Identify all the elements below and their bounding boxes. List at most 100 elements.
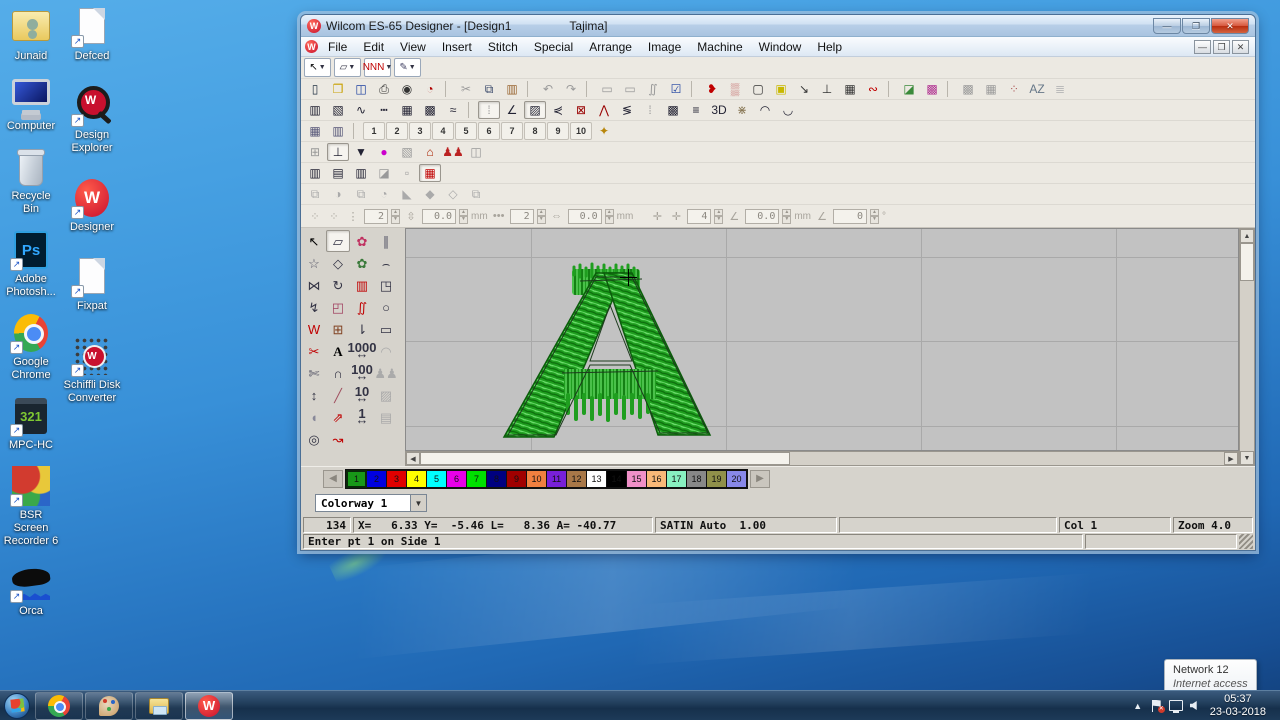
spacing-spinner[interactable]: ▲▼ bbox=[459, 209, 468, 224]
freehand-select-tool[interactable]: ☆ bbox=[302, 252, 326, 274]
minimize-button[interactable]: — bbox=[1153, 18, 1181, 34]
mirror-copy-button[interactable]: ⧉ bbox=[304, 185, 326, 203]
palette-swatch[interactable]: 3 bbox=[387, 471, 406, 487]
layout-tool[interactable]: ▤ bbox=[374, 406, 398, 428]
Designer[interactable]: W ↗ Designer bbox=[62, 177, 122, 234]
ellipse-tool[interactable]: ○ bbox=[374, 296, 398, 318]
mdi-restore-button[interactable]: ❐ bbox=[1213, 40, 1230, 54]
group-button[interactable]: ▭ bbox=[596, 80, 618, 98]
vertical-scroll-thumb[interactable] bbox=[1240, 243, 1254, 281]
closed-object-tool[interactable]: ◇ bbox=[326, 252, 350, 274]
sort-az-button[interactable]: AZ bbox=[1026, 80, 1048, 98]
function-3-button[interactable]: 3 bbox=[409, 122, 431, 140]
divider[interactable] bbox=[888, 81, 894, 97]
cap-frame-tool[interactable]: ◠ bbox=[374, 340, 398, 362]
run-pen-tool[interactable]: ⇗ bbox=[326, 406, 350, 428]
View[interactable]: View bbox=[392, 38, 434, 56]
Defced[interactable]: ↗ Defced bbox=[62, 6, 122, 63]
design-canvas[interactable] bbox=[405, 228, 1239, 451]
options-check-button[interactable]: ☑ bbox=[665, 80, 687, 98]
horizontal-scroll-thumb[interactable] bbox=[420, 452, 790, 465]
palette-swatch[interactable]: 9 bbox=[507, 471, 526, 487]
stitch-player-button[interactable]: ◔ bbox=[419, 80, 441, 98]
close-button[interactable]: ✕ bbox=[1211, 18, 1249, 34]
tatami-stitch-button[interactable]: ▦ bbox=[396, 101, 418, 119]
marquee-button[interactable]: ▫ bbox=[396, 164, 418, 182]
Fixpat[interactable]: ↗ Fixpat bbox=[62, 256, 122, 313]
palette-swatch[interactable]: 20 bbox=[727, 471, 746, 487]
divider[interactable] bbox=[527, 81, 533, 97]
function-10-button[interactable]: 10 bbox=[570, 122, 592, 140]
edit-width-tool[interactable]: W bbox=[302, 318, 326, 340]
colorway-dropdown-icon[interactable]: ▼ bbox=[411, 494, 427, 512]
taskbar-wilcom-button[interactable]: W bbox=[185, 692, 233, 720]
fan-stitch-tool[interactable]: ◖ bbox=[302, 406, 326, 428]
spacing-tool[interactable]: ↕ bbox=[302, 384, 326, 406]
sparkle-effect-button[interactable]: ⋇ bbox=[731, 101, 753, 119]
select-object-tool[interactable]: ↖ bbox=[302, 230, 326, 252]
palette-swatch[interactable]: 17 bbox=[667, 471, 686, 487]
count2-spinner[interactable]: ▲▼ bbox=[537, 209, 546, 224]
zoom-1000-tool[interactable]: 1000 ↔ bbox=[350, 340, 374, 362]
outline-copy-button[interactable]: ◇ bbox=[442, 185, 464, 203]
File[interactable]: File bbox=[320, 38, 355, 56]
divider[interactable] bbox=[691, 81, 697, 97]
team-button[interactable]: ♟♟ bbox=[442, 143, 464, 161]
scroll-right-icon[interactable]: ▶ bbox=[1224, 452, 1238, 465]
save-file-button[interactable]: ◫ bbox=[350, 80, 372, 98]
restore-button[interactable]: ❐ bbox=[1182, 18, 1210, 34]
wave-stitch-button[interactable]: ≶ bbox=[616, 101, 638, 119]
wireframe-button[interactable]: ∬ bbox=[642, 80, 664, 98]
shape-letter-tool[interactable]: ◳ bbox=[374, 274, 398, 296]
rotate-copy-button[interactable]: ◑ bbox=[327, 185, 349, 203]
parallel-weave-tool[interactable]: ∥ bbox=[374, 230, 398, 252]
angle-stitch-button[interactable]: ∠ bbox=[501, 101, 523, 119]
horizontal-scrollbar[interactable]: ◀ ▶ bbox=[405, 451, 1239, 466]
Insert[interactable]: Insert bbox=[434, 38, 480, 56]
Junaid[interactable]: ↗ Junaid bbox=[2, 6, 60, 63]
taskbar-paint-button[interactable] bbox=[85, 692, 133, 720]
palette-swatch[interactable]: 10 bbox=[527, 471, 546, 487]
function-4-button[interactable]: 4 bbox=[432, 122, 454, 140]
BSR Screen Recorder 6[interactable]: ↗ BSR Screen Recorder 6 bbox=[2, 465, 60, 548]
divider[interactable] bbox=[353, 123, 359, 139]
offset-field[interactable]: 0.0 bbox=[745, 209, 779, 224]
print-button[interactable]: ⎙ bbox=[373, 80, 395, 98]
Window[interactable]: Window bbox=[751, 38, 810, 56]
effect-3d-button[interactable]: 3D bbox=[708, 101, 730, 119]
Google Chrome[interactable]: ↗ Google Chrome bbox=[2, 312, 60, 382]
Stitch[interactable]: Stitch bbox=[480, 38, 526, 56]
palette-swatch[interactable]: 14 bbox=[607, 471, 626, 487]
manual-stitch-tool[interactable]: ↝ bbox=[326, 428, 350, 450]
penetration-tool[interactable]: ⇂ bbox=[350, 318, 374, 340]
stitch-cursor-tool-button[interactable]: NNN ▼ bbox=[364, 58, 391, 77]
palette-swatch[interactable]: 18 bbox=[687, 471, 706, 487]
reel-button[interactable]: ◫ bbox=[465, 143, 487, 161]
paste-button[interactable]: ▥ bbox=[501, 80, 523, 98]
hoop-frame-button[interactable]: ⊞ bbox=[304, 143, 326, 161]
grid-toggle-button[interactable]: ▦ bbox=[839, 80, 861, 98]
lettering-tool[interactable]: A bbox=[326, 340, 350, 362]
image-map-tool[interactable]: ▨ bbox=[374, 384, 398, 406]
function-7-button[interactable]: 7 bbox=[501, 122, 523, 140]
ungroup-button[interactable]: ▭ bbox=[619, 80, 641, 98]
action-center-flag-icon[interactable]: ✕ bbox=[1152, 700, 1162, 712]
function-1-button[interactable]: 1 bbox=[363, 122, 385, 140]
function-2-button[interactable]: 2 bbox=[386, 122, 408, 140]
rotate-tool[interactable]: ↻ bbox=[326, 274, 350, 296]
new-file-button[interactable]: ▯ bbox=[304, 80, 326, 98]
reshape-node-tool[interactable]: ⋈ bbox=[302, 274, 326, 296]
scroll-left-icon[interactable]: ◀ bbox=[406, 452, 420, 465]
Arrange[interactable]: Arrange bbox=[581, 38, 640, 56]
column-stitch-tool[interactable]: ∬ bbox=[350, 296, 374, 318]
open-file-button[interactable]: ❒ bbox=[327, 80, 349, 98]
color-list-button[interactable]: ⁘ bbox=[1003, 80, 1025, 98]
arc-up-button[interactable]: ◠ bbox=[754, 101, 776, 119]
fabric-tool[interactable]: ⊞ bbox=[326, 318, 350, 340]
stitch-edit-tool[interactable]: ↯ bbox=[302, 296, 326, 318]
Help[interactable]: Help bbox=[809, 38, 850, 56]
Edit[interactable]: Edit bbox=[355, 38, 392, 56]
arc-tool[interactable]: ⌢ bbox=[374, 252, 398, 274]
machine-function-a-button[interactable]: ▦ bbox=[304, 122, 326, 140]
run-stitch-button[interactable]: ┅ bbox=[373, 101, 395, 119]
